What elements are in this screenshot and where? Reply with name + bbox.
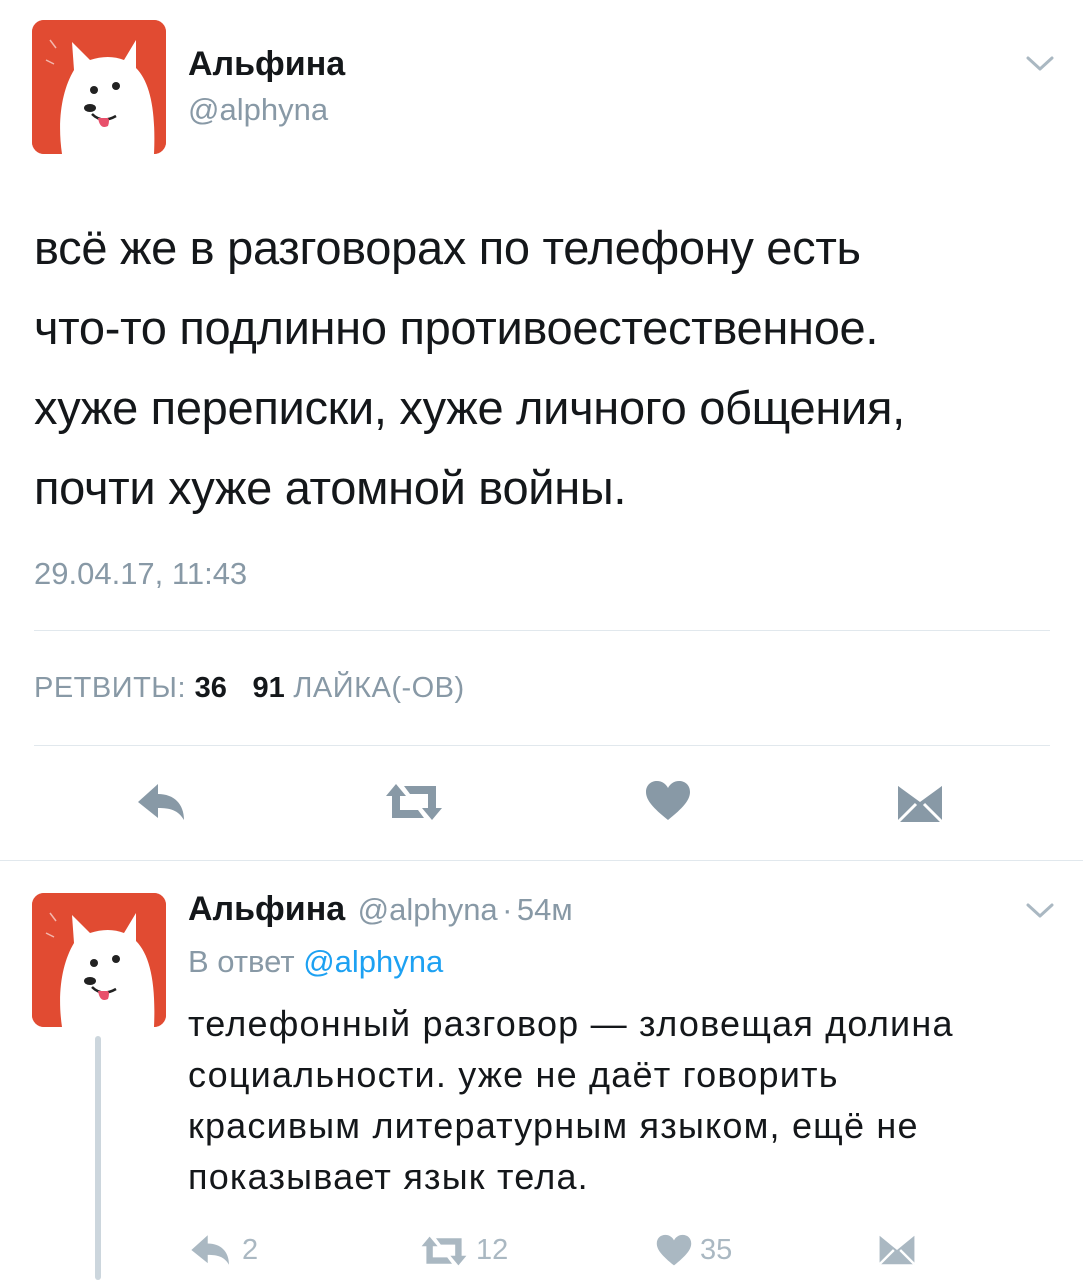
divider (34, 630, 1050, 631)
reply-author-name[interactable]: Альфина (188, 890, 345, 928)
retweets-label[interactable]: РЕТВИТЫ: (34, 672, 186, 704)
tweet-stats: РЕТВИТЫ: 36 91 ЛАЙКА(-ОВ) (34, 672, 465, 705)
like-button[interactable] (645, 780, 691, 822)
divider (34, 745, 1050, 746)
tweet-timestamp[interactable]: 29.04.17, 11:43 (34, 556, 247, 592)
reply-author-handle[interactable]: @alphyna (358, 892, 498, 927)
heart-icon (656, 1234, 692, 1266)
divider (0, 860, 1083, 861)
reply-retweet-button[interactable]: 12 (420, 1234, 508, 1267)
reply-text: телефонный разговор — зловещая долина со… (188, 998, 954, 1202)
likes-label[interactable]: ЛАЙКА(-ОВ) (293, 672, 464, 704)
reply-reply-button[interactable]: 2 (188, 1232, 258, 1268)
reply-header: Альфина @alphyna · 54м (188, 890, 573, 929)
separator-dot: · (502, 892, 513, 927)
reply-text-line: показывает язык тела. (188, 1156, 589, 1197)
in-reply-handle-link[interactable]: @alphyna (303, 944, 443, 979)
retweet-icon (421, 1236, 467, 1265)
reply-time-ago[interactable]: 54м (517, 892, 573, 927)
reply-count: 2 (242, 1233, 259, 1266)
retweet-icon (386, 784, 442, 820)
dog-avatar-image (32, 893, 166, 1027)
reply-message-button[interactable] (878, 1234, 916, 1266)
thread-line (95, 1036, 101, 1280)
dog-avatar-image (32, 20, 166, 154)
reply-text-line: социальности. уже не даёт говорить (188, 1054, 839, 1095)
tweet-text-line: почти хуже атомной войны. (34, 461, 627, 514)
heart-icon (646, 781, 690, 820)
author-handle[interactable]: @alphyna (188, 92, 328, 128)
reply-icon (191, 1235, 229, 1265)
chevron-down-icon[interactable] (1025, 55, 1055, 73)
reply-text-line: красивым литературным языком, ещё не (188, 1105, 919, 1146)
reply-like-button[interactable]: 35 (656, 1234, 732, 1267)
reply-author-avatar[interactable] (32, 893, 166, 1027)
like-count: 35 (700, 1234, 733, 1266)
tweet-text: всё же в разговорах по телефону есть что… (34, 208, 905, 528)
in-reply-to: В ответ @alphyna (188, 944, 443, 980)
tweet-text-line: всё же в разговорах по телефону есть (34, 221, 861, 274)
reply-icon (138, 784, 184, 820)
chevron-down-icon[interactable] (1025, 902, 1055, 920)
reply-text-line: телефонный разговор — зловещая долина (188, 1003, 954, 1044)
retweet-button[interactable] (384, 782, 444, 822)
author-avatar[interactable] (32, 20, 166, 154)
likes-count[interactable]: 91 (253, 672, 285, 704)
message-icon (896, 786, 944, 824)
tweet-text-line: что-то подлинно противоестественное. (34, 301, 879, 354)
retweets-count[interactable]: 36 (195, 672, 227, 704)
in-reply-prefix: В ответ (188, 944, 295, 979)
reply-button[interactable] (136, 780, 188, 824)
tweet-text-line: хуже переписки, хуже личного общения, (34, 381, 905, 434)
retweet-count: 12 (476, 1234, 509, 1266)
message-icon (878, 1235, 916, 1266)
direct-message-button[interactable] (896, 784, 944, 824)
author-name[interactable]: Альфина (188, 45, 345, 84)
